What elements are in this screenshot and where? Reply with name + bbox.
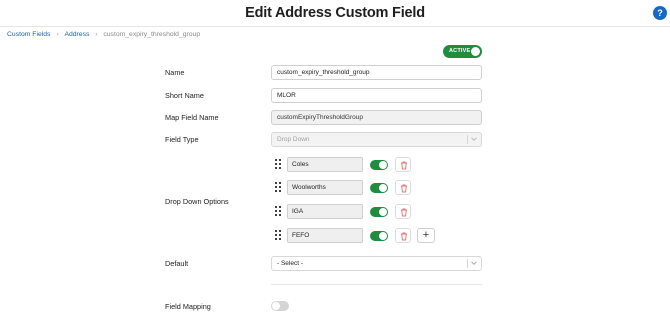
option-row: FEFO + (275, 228, 445, 243)
drag-handle-icon[interactable] (275, 159, 283, 169)
default-value: - Select - (277, 260, 304, 267)
field-mapping-toggle[interactable] (271, 301, 289, 311)
default-select[interactable]: - Select - (271, 256, 482, 271)
drag-handle-icon[interactable] (275, 230, 283, 240)
toggle-knob (379, 208, 387, 216)
page-header: Edit Address Custom Field ? (0, 0, 670, 27)
option-input[interactable]: Woolworths (287, 180, 363, 195)
option-enabled-toggle[interactable] (370, 160, 388, 170)
field-mapping-label: Field Mapping (165, 302, 211, 311)
trash-icon (401, 232, 407, 241)
toggle-knob (471, 47, 480, 56)
toggle-knob (379, 184, 387, 192)
chevron-right-icon: › (56, 32, 59, 38)
option-input[interactable]: FEFO (287, 228, 363, 243)
field-type-select: Drop Down (271, 132, 482, 147)
drag-handle-icon[interactable] (275, 182, 283, 192)
name-input[interactable]: custom_expiry_threshold_group (271, 65, 482, 80)
delete-option-button[interactable] (395, 180, 411, 195)
select-divider (467, 135, 468, 144)
short-name-label: Short Name (165, 91, 204, 100)
breadcrumb: Custom Fields › Address › custom_expiry_thre… (7, 31, 200, 38)
section-divider (271, 284, 482, 285)
option-input[interactable]: Coles (287, 157, 363, 172)
trash-icon (401, 184, 407, 193)
delete-option-button[interactable] (395, 204, 411, 219)
toggle-knob (379, 161, 387, 169)
option-row: Coles (275, 157, 445, 172)
delete-option-button[interactable] (395, 228, 411, 243)
field-type-label: Field Type (165, 135, 199, 144)
field-type-value: Drop Down (277, 136, 310, 143)
chevron-right-icon: › (95, 32, 98, 38)
add-option-button[interactable]: + (417, 228, 435, 243)
toggle-knob (379, 232, 387, 240)
default-label: Default (165, 259, 189, 268)
option-row: Woolworths (275, 180, 445, 195)
short-name-input[interactable]: MLOR (271, 88, 482, 103)
breadcrumb-custom-fields[interactable]: Custom Fields (7, 31, 50, 38)
trash-icon (401, 161, 407, 170)
status-label: ACTIVE (449, 47, 471, 54)
breadcrumb-address[interactable]: Address (64, 31, 89, 38)
map-field-name-label: Map Field Name (165, 113, 219, 122)
chevron-down-icon (471, 261, 477, 265)
toggle-knob (272, 302, 280, 310)
option-enabled-toggle[interactable] (370, 183, 388, 193)
drag-handle-icon[interactable] (275, 206, 283, 216)
option-input[interactable]: IGA (287, 204, 363, 219)
delete-option-button[interactable] (395, 157, 411, 172)
chevron-down-icon (471, 137, 477, 141)
active-status-toggle[interactable]: ACTIVE (443, 45, 482, 58)
option-enabled-toggle[interactable] (370, 231, 388, 241)
map-field-name-input: customExpiryThresholdGroup (271, 110, 482, 125)
breadcrumb-current: custom_expiry_threshold_group (103, 31, 201, 38)
trash-icon (401, 208, 407, 217)
option-row: IGA (275, 204, 445, 219)
page-title: Edit Address Custom Field (245, 5, 425, 21)
name-label: Name (165, 68, 185, 77)
drop-down-options-label: Drop Down Options (165, 197, 229, 206)
help-button[interactable]: ? (653, 6, 667, 20)
select-divider (467, 259, 468, 268)
option-enabled-toggle[interactable] (370, 207, 388, 217)
